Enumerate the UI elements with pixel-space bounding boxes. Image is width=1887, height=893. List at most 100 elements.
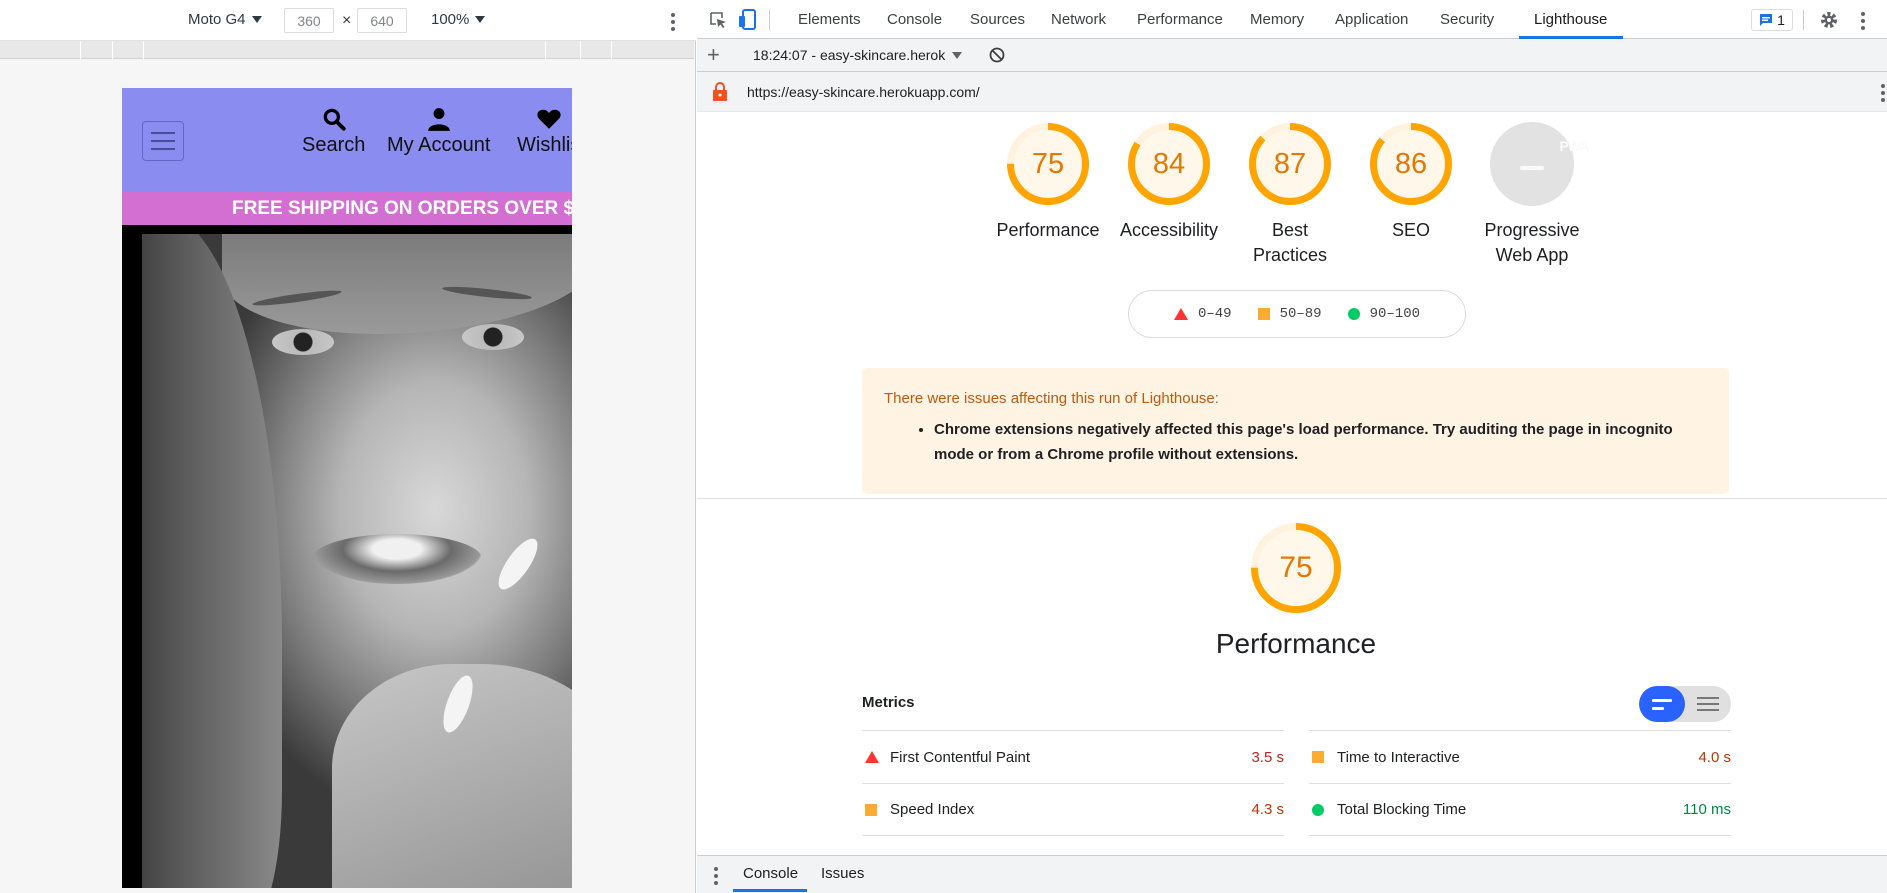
metric-name: First Contentful Paint <box>890 748 1031 766</box>
metric-value: 4.3 s <box>1251 801 1284 818</box>
nav-my-account[interactable]: My Account <box>387 106 490 157</box>
nav-my-account-label: My Account <box>387 134 491 156</box>
devtools-tabbar: Elements Console Sources Network Perform… <box>697 0 1887 39</box>
score-gauge-best-practices[interactable]: 87 Best Practices <box>1220 122 1360 268</box>
media-query-ruler[interactable] <box>0 41 694 59</box>
warning-item: Chrome extensions negatively affected th… <box>934 417 1707 467</box>
square-icon <box>865 803 877 816</box>
more-options-icon[interactable] <box>671 13 675 31</box>
toolbar-separator <box>769 10 770 30</box>
active-drawer-tab-indicator <box>733 889 807 892</box>
issues-badge[interactable]: 1 <box>1751 9 1793 31</box>
run-warning: There were issues affecting this run of … <box>862 368 1729 494</box>
metric-value: 110 ms <box>1682 801 1731 818</box>
score-gauge-pwa[interactable]: PWA Progressive Web App <box>1462 122 1602 268</box>
metrics-view-toggle[interactable] <box>1639 686 1731 722</box>
score-scale-legend: 0–49 50–89 90–100 <box>1128 290 1466 338</box>
message-icon <box>1760 14 1773 26</box>
chevron-down-icon <box>952 51 963 59</box>
zoom-value: 100% <box>431 11 470 28</box>
score-label-line: Progressive <box>1484 220 1580 240</box>
tab-memory[interactable]: Memory <box>1250 11 1304 28</box>
tab-sources[interactable]: Sources <box>970 11 1025 28</box>
site-header: Search My Account Wishlis <box>122 88 572 192</box>
drawer-tab-issues[interactable]: Issues <box>821 865 864 882</box>
device-select[interactable]: Moto G4 <box>188 11 262 28</box>
tab-performance[interactable]: Performance <box>1137 11 1223 28</box>
score-gauge-accessibility[interactable]: 84 Accessibility <box>1099 122 1239 243</box>
drawer-menu-icon[interactable] <box>714 867 718 885</box>
device-name: Moto G4 <box>188 11 246 28</box>
score-label: Performance <box>996 220 1100 240</box>
drawer-tab-console[interactable]: Console <box>743 865 798 882</box>
score-gauge-seo[interactable]: 86 SEO <box>1341 122 1481 243</box>
device-toggle-icon[interactable] <box>738 9 758 31</box>
report-select[interactable]: 18:24:07 - easy-skincare.herok <box>753 47 963 63</box>
metric-value: 4.0 s <box>1698 748 1731 766</box>
report-menu-icon[interactable] <box>1881 84 1885 102</box>
tab-network[interactable]: Network <box>1051 11 1106 28</box>
tab-lighthouse[interactable]: Lighthouse <box>1534 11 1607 28</box>
device-toolbar: Moto G4 360 × 640 100% <box>0 0 696 41</box>
warning-title: There were issues affecting this run of … <box>884 390 1219 407</box>
score-label: Progressive Web App <box>1462 218 1602 268</box>
score-value: 87 <box>1273 147 1307 180</box>
metric-name: Time to Interactive <box>1337 748 1460 766</box>
pwa-badge-icon: PWA <box>1490 122 1589 206</box>
metric-value: 3.5 s <box>1251 748 1284 766</box>
shipping-banner: FREE SHIPPING ON ORDERS OVER $30 <box>122 192 572 225</box>
square-icon <box>1257 308 1270 320</box>
width-input[interactable]: 360 <box>284 8 334 33</box>
report-url-bar: https://easy-skincare.herokuapp.com/ <box>697 72 1887 112</box>
performance-score: 75 <box>1279 551 1313 584</box>
lighthouse-report: 75 Performance 84 Accessibility 87 Best P… <box>697 112 1887 855</box>
hamburger-menu-icon[interactable] <box>142 121 184 161</box>
circle-icon <box>1312 803 1324 816</box>
more-options-icon[interactable] <box>1861 12 1865 30</box>
metric-total-blocking-time[interactable]: Total Blocking Time 110 ms <box>1309 783 1731 836</box>
new-report-icon[interactable]: + <box>707 42 720 68</box>
clear-icon[interactable] <box>989 47 1005 63</box>
report-label: 18:24:07 - easy-skincare.herok <box>753 47 946 63</box>
metric-first-contentful-paint[interactable]: First Contentful Paint 3.5 s <box>862 730 1284 783</box>
gear-icon[interactable] <box>1819 10 1839 30</box>
score-label-line: Best <box>1271 220 1309 240</box>
device-emulation-pane: Moto G4 360 × 640 100% Search My Account <box>0 0 696 893</box>
heart-icon <box>537 109 561 129</box>
score-value: 84 <box>1152 147 1186 180</box>
metric-speed-index[interactable]: Speed Index 4.3 s <box>862 783 1284 836</box>
score-value: 86 <box>1394 147 1428 180</box>
tab-elements[interactable]: Elements <box>798 11 861 28</box>
legend-fail: 0–49 <box>1197 306 1232 322</box>
chevron-down-icon <box>475 16 486 23</box>
legend-pass: 90–100 <box>1369 306 1421 322</box>
score-gauge-performance[interactable]: 75 Performance <box>978 122 1118 243</box>
zoom-select[interactable]: 100% <box>431 11 486 28</box>
performance-title: Performance <box>1215 628 1377 659</box>
score-label-line: Practices <box>1252 245 1328 265</box>
score-label: Accessibility <box>1119 220 1219 240</box>
square-icon <box>1312 751 1324 763</box>
mobile-viewport: Search My Account Wishlis FREE SHIPPING … <box>122 88 572 888</box>
user-icon <box>427 108 450 131</box>
nav-search[interactable]: Search <box>302 106 365 157</box>
metric-time-to-interactive[interactable]: Time to Interactive 4.0 s <box>1309 730 1731 783</box>
toolbar-separator <box>1803 10 1804 30</box>
list-view-icon[interactable] <box>1685 686 1731 722</box>
expanded-view-icon[interactable] <box>1639 686 1685 722</box>
height-input[interactable]: 640 <box>357 8 407 33</box>
triangle-icon <box>1173 308 1188 320</box>
nav-search-label: Search <box>302 134 366 156</box>
tab-application[interactable]: Application <box>1335 11 1408 28</box>
nav-wishlist[interactable]: Wishlis <box>517 106 572 157</box>
tab-console[interactable]: Console <box>887 11 942 28</box>
report-url[interactable]: https://easy-skincare.herokuapp.com/ <box>747 84 980 100</box>
pwa-badge-text: PWA <box>1559 138 1590 154</box>
metric-name: Total Blocking Time <box>1337 801 1467 818</box>
inspect-element-icon[interactable] <box>708 10 728 30</box>
metric-name: Speed Index <box>890 801 975 818</box>
tab-security[interactable]: Security <box>1440 11 1494 28</box>
search-icon <box>323 108 346 131</box>
lighthouse-toolbar: + 18:24:07 - easy-skincare.herok <box>697 39 1887 72</box>
score-label-line: Web App <box>1495 245 1569 265</box>
